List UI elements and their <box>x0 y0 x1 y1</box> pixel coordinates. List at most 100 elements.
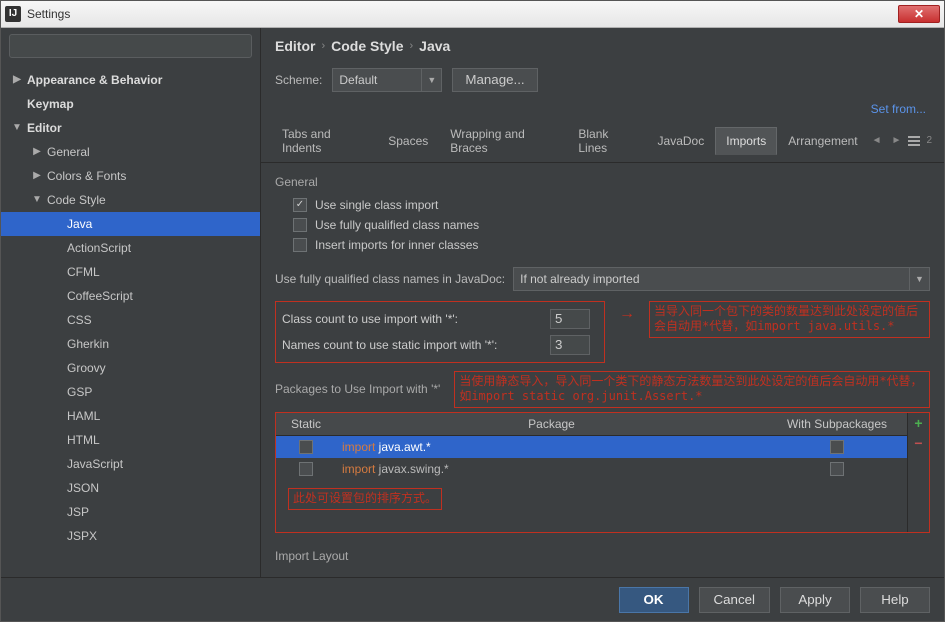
sidebar-item-java[interactable]: Java <box>1 212 260 236</box>
sidebar-item-jspx[interactable]: JSPX <box>1 524 260 548</box>
label-single-class: Use single class import <box>315 198 438 212</box>
sidebar-item-label: Java <box>67 217 92 231</box>
sidebar-item-label: Editor <box>27 121 62 135</box>
label-javadoc-fqn: Use fully qualified class names in JavaD… <box>275 272 505 286</box>
tab-scroll-right[interactable]: ► <box>889 135 905 146</box>
tab-spaces[interactable]: Spaces <box>377 127 439 155</box>
subpackages-checkbox[interactable] <box>830 440 844 454</box>
scheme-label: Scheme: <box>275 73 322 87</box>
sidebar-item-json[interactable]: JSON <box>1 476 260 500</box>
close-button[interactable]: ✕ <box>898 5 940 23</box>
sidebar-item-colors-fonts[interactable]: ▶Colors & Fonts <box>1 164 260 188</box>
titlebar: IJ Settings ✕ <box>1 1 944 28</box>
section-import-layout: Import Layout <box>275 545 930 569</box>
sidebar-item-label: JSP <box>67 505 89 519</box>
sidebar-item-jsp[interactable]: JSP <box>1 500 260 524</box>
chevron-right-icon: ▶ <box>11 74 23 85</box>
sidebar-item-editor[interactable]: ▼ Editor <box>1 116 260 140</box>
table-row[interactable]: import java.awt.* <box>276 436 907 458</box>
menu-icon[interactable] <box>908 136 920 146</box>
tab-wrapping-and-braces[interactable]: Wrapping and Braces <box>439 120 567 162</box>
search-input[interactable] <box>9 34 252 58</box>
ok-button[interactable]: OK <box>619 587 689 613</box>
remove-package-button[interactable]: − <box>909 433 929 453</box>
sidebar-item-groovy[interactable]: Groovy <box>1 356 260 380</box>
label-names-count: Names count to use static import with '*… <box>282 338 542 352</box>
sidebar-item-label: Gherkin <box>67 337 109 351</box>
check-single-class-import[interactable] <box>293 198 307 212</box>
dialog-buttons: OK Cancel Apply Help <box>1 577 944 621</box>
annotation-static-note: 当使用静态导入，导入同一个类下的静态方法数量达到此处设定的值后会自动用*代替，如… <box>454 371 930 408</box>
sidebar-item-label: Keymap <box>27 97 74 111</box>
tabs: Tabs and IndentsSpacesWrapping and Brace… <box>261 120 944 163</box>
settings-tree: ▶ Appearance & Behavior Keymap ▼ Editor ▶ Gene… <box>1 64 260 577</box>
annotation-order-note: 此处可设置包的排序方式。 <box>288 488 442 510</box>
sidebar: ▶ Appearance & Behavior Keymap ▼ Editor ▶ Gene… <box>1 28 261 577</box>
chevron-down-icon: ▼ <box>421 69 441 91</box>
chevron-right-icon: ▶ <box>31 146 43 157</box>
label-packages-title: Packages to Use Import with '*' <box>275 382 440 396</box>
sidebar-item-label: JavaScript <box>67 457 123 471</box>
breadcrumb: Editor › Code Style › Java <box>261 28 944 62</box>
chevron-down-icon: ▼ <box>31 194 43 205</box>
sidebar-item-gherkin[interactable]: Gherkin <box>1 332 260 356</box>
packages-table: Static Package With Subpackages import j… <box>275 412 930 533</box>
app-icon: IJ <box>5 6 21 22</box>
sidebar-item-label: Groovy <box>67 361 106 375</box>
subpackages-checkbox[interactable] <box>830 462 844 476</box>
sidebar-item-css[interactable]: CSS <box>1 308 260 332</box>
table-row[interactable]: import javax.swing.* <box>276 458 907 480</box>
sidebar-item-label: CFML <box>67 265 100 279</box>
javadoc-fqn-select[interactable]: If not already imported ▼ <box>513 267 930 291</box>
sidebar-item-code-style[interactable]: ▼ Code Style <box>1 188 260 212</box>
manage-button[interactable]: Manage... <box>452 68 537 92</box>
set-from-link[interactable]: Set from... <box>871 102 932 116</box>
sidebar-item-label: General <box>47 145 90 159</box>
input-class-count[interactable] <box>550 309 590 329</box>
sidebar-item-label: Code Style <box>47 193 106 207</box>
tab-blank-lines[interactable]: Blank Lines <box>567 120 646 162</box>
check-inner-classes[interactable] <box>293 238 307 252</box>
apply-button[interactable]: Apply <box>780 587 850 613</box>
tab-tabs-and-indents[interactable]: Tabs and Indents <box>271 120 377 162</box>
chevron-down-icon: ▼ <box>909 268 929 290</box>
sidebar-item-coffeescript[interactable]: CoffeeScript <box>1 284 260 308</box>
sidebar-item-gsp[interactable]: GSP <box>1 380 260 404</box>
sidebar-item-label: HTML <box>67 433 100 447</box>
sidebar-item-actionscript[interactable]: ActionScript <box>1 236 260 260</box>
cancel-button[interactable]: Cancel <box>699 587 771 613</box>
sidebar-item-general[interactable]: ▶ General <box>1 140 260 164</box>
sidebar-item-html[interactable]: HTML <box>1 428 260 452</box>
sidebar-item-label: CSS <box>67 313 92 327</box>
sidebar-item-label: CoffeeScript <box>67 289 133 303</box>
window-title: Settings <box>27 7 898 21</box>
tab-javadoc[interactable]: JavaDoc <box>647 127 716 155</box>
static-checkbox[interactable] <box>299 462 313 476</box>
chevron-down-icon: ▼ <box>11 122 23 133</box>
sidebar-item-haml[interactable]: HAML <box>1 404 260 428</box>
section-general: General <box>275 171 930 195</box>
tab-imports[interactable]: Imports <box>715 127 777 155</box>
tab-arrangement[interactable]: Arrangement <box>777 127 868 155</box>
help-button[interactable]: Help <box>860 587 930 613</box>
sidebar-item-keymap[interactable]: Keymap <box>1 92 260 116</box>
input-names-count[interactable] <box>550 335 590 355</box>
sidebar-item-label: HAML <box>67 409 100 423</box>
sidebar-item-label: GSP <box>67 385 92 399</box>
sidebar-item-label: ActionScript <box>67 241 131 255</box>
check-fully-qualified[interactable] <box>293 218 307 232</box>
static-checkbox[interactable] <box>299 440 313 454</box>
col-package: Package <box>336 413 767 435</box>
scheme-select[interactable]: Default ▼ <box>332 68 442 92</box>
sidebar-item-cfml[interactable]: CFML <box>1 260 260 284</box>
col-subpackages: With Subpackages <box>767 413 907 435</box>
sidebar-item-label: Appearance & Behavior <box>27 73 162 87</box>
add-package-button[interactable]: + <box>909 413 929 433</box>
sidebar-item-appearance-behavior[interactable]: ▶ Appearance & Behavior <box>1 68 260 92</box>
label-class-count: Class count to use import with '*': <box>282 312 542 326</box>
sidebar-item-label: Colors & Fonts <box>47 169 126 183</box>
tab-scroll-left[interactable]: ◄ <box>869 135 885 146</box>
sidebar-item-javascript[interactable]: JavaScript <box>1 452 260 476</box>
label-fqn: Use fully qualified class names <box>315 218 479 232</box>
annotation-class-count: 当导入同一个包下的类的数量达到此处设定的值后会自动用*代替，如import ja… <box>649 301 930 338</box>
